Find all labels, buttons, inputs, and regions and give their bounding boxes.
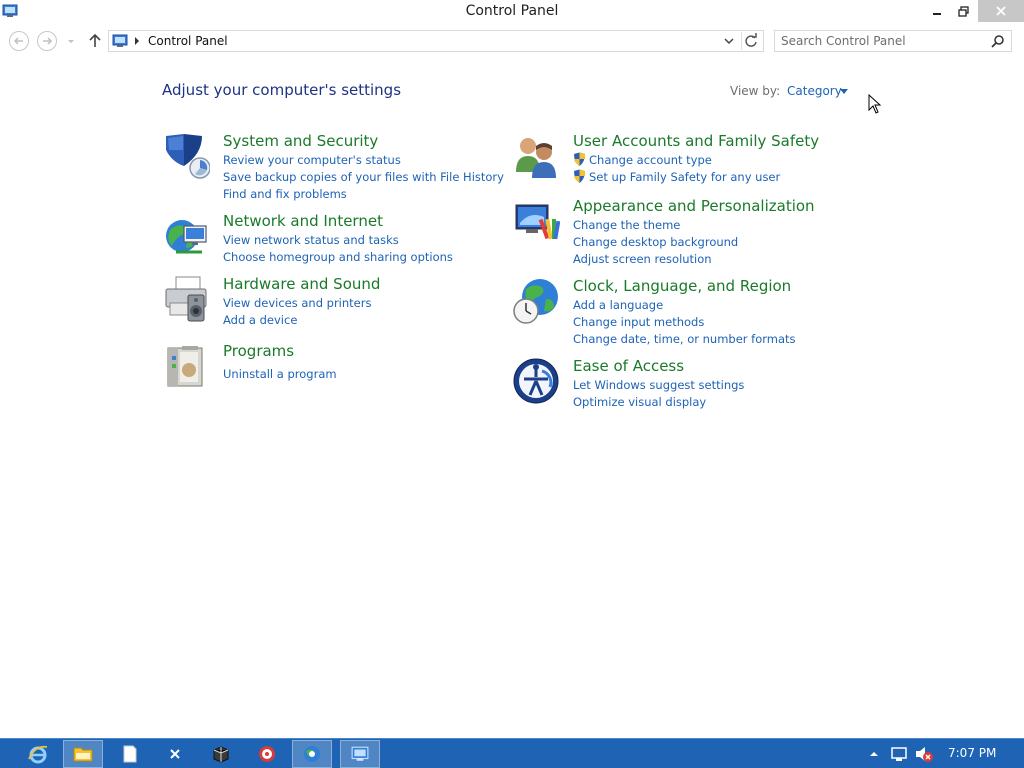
network-globe-icon[interactable]: [162, 212, 210, 260]
category-clock-language-region: Clock, Language, and Region Add a langua…: [512, 277, 832, 349]
category-hardware-sound: Hardware and Sound View devices and prin…: [162, 275, 502, 331]
programs-box-icon[interactable]: [162, 342, 210, 390]
address-bar[interactable]: Control Panel: [108, 30, 764, 52]
category-link[interactable]: Change the theme: [573, 218, 680, 232]
printer-speaker-icon[interactable]: [162, 275, 210, 323]
category-user-accounts: User Accounts and Family Safety Change a…: [512, 132, 832, 188]
dropdown-arrow-icon[interactable]: [840, 89, 848, 94]
refresh-button[interactable]: [741, 32, 761, 50]
control-panel-icon[interactable]: [2, 3, 18, 19]
category-title[interactable]: Hardware and Sound: [223, 275, 380, 293]
category-ease-of-access: Ease of Access Let Windows suggest setti…: [512, 357, 832, 413]
category-link[interactable]: Review your computer's status: [223, 153, 401, 167]
restore-button[interactable]: [950, 0, 976, 22]
category-title[interactable]: User Accounts and Family Safety: [573, 132, 819, 150]
category-title[interactable]: Ease of Access: [573, 357, 684, 375]
forward-button[interactable]: [37, 31, 57, 51]
ease-of-access-icon[interactable]: [512, 357, 560, 405]
category-link[interactable]: Find and fix problems: [223, 187, 347, 201]
category-link[interactable]: Change desktop background: [573, 235, 738, 249]
category-link[interactable]: Uninstall a program: [223, 367, 337, 381]
category-title[interactable]: Network and Internet: [223, 212, 383, 230]
users-icon[interactable]: [512, 132, 560, 180]
view-by-dropdown[interactable]: Category: [787, 84, 842, 98]
title-bar: Control Panel: [0, 0, 1024, 24]
close-button[interactable]: [978, 0, 1024, 22]
excel-icon: [168, 747, 182, 761]
taskbar-excel[interactable]: [155, 740, 195, 768]
category-title[interactable]: Programs: [223, 342, 294, 360]
category-link[interactable]: Change account type: [589, 153, 712, 167]
refresh-icon: [745, 33, 757, 47]
category-link[interactable]: Choose homegroup and sharing options: [223, 250, 453, 264]
network-tray-icon[interactable]: [890, 745, 910, 763]
navigation-bar: Control Panel: [0, 26, 1024, 56]
address-path[interactable]: Control Panel: [148, 34, 228, 48]
category-link[interactable]: Add a language: [573, 298, 663, 312]
search-box[interactable]: [774, 30, 1012, 52]
category-link[interactable]: Change input methods: [573, 315, 704, 329]
search-input[interactable]: [781, 33, 981, 49]
taskbar-internet-explorer[interactable]: [18, 740, 58, 768]
volume-muted-icon[interactable]: [914, 745, 934, 763]
view-by-label: View by:: [730, 84, 781, 98]
category-link[interactable]: Add a device: [223, 313, 297, 327]
category-link[interactable]: Adjust screen resolution: [573, 252, 712, 266]
shield-icon[interactable]: [162, 132, 210, 180]
notepad-icon: [123, 745, 137, 763]
category-title[interactable]: System and Security: [223, 132, 378, 150]
category-link[interactable]: Set up Family Safety for any user: [589, 170, 780, 184]
chevron-down-icon[interactable]: [721, 33, 737, 49]
control-panel-window: Control Panel Control Panel Search Contr…: [0, 0, 1024, 738]
category-link[interactable]: Save backup copies of your files with Fi…: [223, 170, 504, 184]
restore-icon: [957, 5, 969, 17]
monitor-palette-icon[interactable]: [512, 197, 560, 245]
category-title[interactable]: Clock, Language, and Region: [573, 277, 791, 295]
page-heading: Adjust your computer's settings: [162, 81, 402, 99]
control-panel-icon: [112, 34, 128, 47]
category-title[interactable]: Appearance and Personalization: [573, 197, 815, 215]
back-button[interactable]: [9, 31, 29, 51]
arrow-right-icon: [43, 37, 53, 45]
category-system-security: System and Security Review your computer…: [162, 132, 504, 204]
show-hidden-icons-chevron-icon[interactable]: [868, 745, 880, 763]
minimize-icon: [933, 13, 941, 15]
category-link[interactable]: View network status and tasks: [223, 233, 399, 247]
category-link[interactable]: View devices and printers: [223, 296, 371, 310]
chevron-right-icon[interactable]: [133, 35, 141, 47]
uac-shield-icon: [574, 152, 585, 166]
mouse-cursor-icon: [868, 94, 882, 114]
category-link[interactable]: Change date, time, or number formats: [573, 332, 796, 346]
category-link[interactable]: Optimize visual display: [573, 395, 706, 409]
package-icon: [213, 746, 229, 763]
taskbar-file-explorer[interactable]: [63, 740, 103, 768]
uac-shield-icon: [574, 169, 585, 183]
taskbar-media[interactable]: [247, 740, 287, 768]
clock-globe-icon[interactable]: [512, 277, 560, 325]
window-title: Control Panel: [465, 3, 559, 19]
internet-explorer-icon: [28, 745, 48, 764]
taskbar-control-panel[interactable]: [340, 740, 380, 768]
taskbar-clock[interactable]: 7:07 PM: [948, 746, 996, 760]
media-icon: [259, 746, 275, 762]
file-explorer-icon: [73, 747, 93, 762]
minimize-button[interactable]: [924, 0, 950, 22]
control-panel-icon: [351, 746, 369, 761]
browser-icon: [304, 746, 320, 762]
category-programs: Programs Uninstall a program: [162, 342, 502, 392]
close-icon: [996, 6, 1006, 16]
recent-locations-chevron-icon[interactable]: [64, 35, 78, 47]
arrow-left-icon: [13, 37, 23, 45]
up-arrow-icon[interactable]: [86, 32, 104, 50]
taskbar-package[interactable]: [201, 740, 241, 768]
category-appearance: Appearance and Personalization Change th…: [512, 197, 832, 269]
category-network-internet: Network and Internet View network status…: [162, 212, 502, 268]
search-icon[interactable]: [991, 34, 1005, 48]
taskbar-browser[interactable]: [292, 740, 332, 768]
taskbar: 7:07 PM: [0, 738, 1024, 768]
taskbar-notepad[interactable]: [110, 740, 150, 768]
category-link[interactable]: Let Windows suggest settings: [573, 378, 744, 392]
